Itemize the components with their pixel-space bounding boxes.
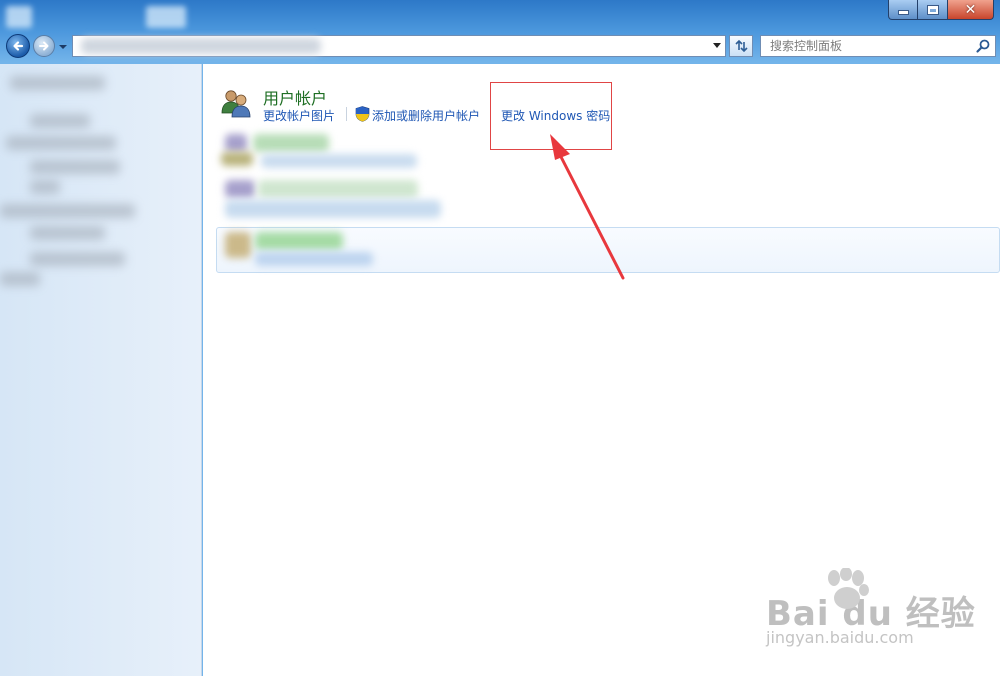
control-panel-window: ✕ 搜索控制面板 用户帐户 更改帐户图片 添加或删除用户帐户 更改 Window… xyxy=(0,0,1000,676)
uac-shield-icon xyxy=(355,106,370,122)
category-blur xyxy=(261,154,417,168)
left-link-blur xyxy=(0,272,40,286)
category-blur xyxy=(225,180,255,198)
left-link-blur xyxy=(30,114,90,128)
category-blur xyxy=(255,252,373,266)
left-link-blur xyxy=(30,226,105,240)
close-icon: ✕ xyxy=(964,1,977,18)
caption-buttons: ✕ xyxy=(888,0,994,20)
close-button[interactable]: ✕ xyxy=(948,0,994,20)
paw-icon xyxy=(828,568,869,609)
refresh-icon xyxy=(735,39,748,53)
section-title: 用户帐户 xyxy=(263,89,328,108)
category-blur xyxy=(225,232,251,258)
left-link-blur xyxy=(10,76,105,90)
user-accounts-icon xyxy=(221,90,251,118)
left-navigation-pane xyxy=(0,64,202,676)
category-blur xyxy=(225,200,441,218)
search-box xyxy=(760,35,996,57)
chevron-down-icon[interactable] xyxy=(713,43,721,49)
maximize-icon xyxy=(927,5,938,14)
search-input[interactable] xyxy=(761,36,971,56)
category-blur xyxy=(258,180,418,198)
category-blur xyxy=(253,134,329,152)
baidu-jingyan-watermark: Bai du 经验 jingyan.baidu.com xyxy=(760,568,975,660)
left-link-blur xyxy=(30,160,120,174)
left-link-blur xyxy=(30,252,125,266)
category-blur xyxy=(255,232,343,250)
arrow-right-icon xyxy=(39,41,49,51)
arrow-left-icon xyxy=(13,41,24,51)
title-blur xyxy=(146,6,186,28)
category-blur xyxy=(225,134,247,152)
minimize-button[interactable] xyxy=(888,0,918,20)
forward-button[interactable] xyxy=(33,35,55,57)
title-blur xyxy=(6,6,32,28)
search-icon[interactable] xyxy=(975,38,991,54)
add-remove-accounts-link[interactable]: 添加或删除用户帐户 xyxy=(372,107,480,124)
recent-pages-chevron-icon[interactable] xyxy=(58,42,68,52)
left-link-blur xyxy=(6,136,116,150)
minimize-icon xyxy=(898,11,908,14)
link-divider xyxy=(346,107,347,121)
category-blur xyxy=(221,152,253,166)
back-button[interactable] xyxy=(6,34,30,58)
refresh-button[interactable] xyxy=(729,35,753,57)
address-bar[interactable] xyxy=(72,35,726,57)
left-link-blur xyxy=(30,180,60,194)
left-link-blur xyxy=(0,204,135,218)
annotation-highlight-box xyxy=(490,82,612,150)
watermark-url: jingyan.baidu.com xyxy=(766,628,914,647)
change-account-picture-link[interactable]: 更改帐户图片 xyxy=(263,107,335,124)
maximize-button[interactable] xyxy=(918,0,948,20)
address-path-blur xyxy=(81,38,321,54)
